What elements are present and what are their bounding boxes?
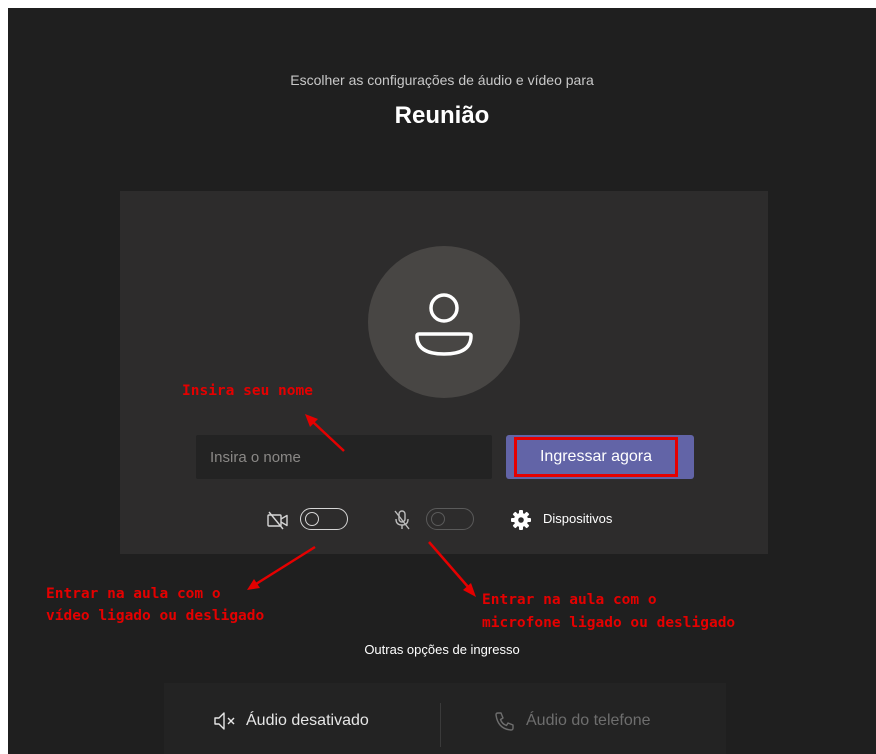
divider <box>440 703 441 747</box>
arrow-to-video <box>255 545 316 586</box>
phone-icon <box>495 712 514 731</box>
arrow-to-video-head <box>247 579 260 590</box>
speaker-mute-icon <box>214 712 235 730</box>
other-join-options: Áudio desativado Áudio do telefone <box>164 683 726 754</box>
arrow-to-name <box>312 421 345 452</box>
audio-off-label: Áudio desativado <box>246 712 369 729</box>
other-options-title: Outras opções de ingresso <box>364 642 520 657</box>
audio-off-option[interactable]: Áudio desativado <box>212 709 369 733</box>
app-window: Escolher as configurações de áudio e víd… <box>8 8 876 754</box>
phone-audio-option[interactable]: Áudio do telefone <box>492 709 651 733</box>
phone-audio-label: Áudio do telefone <box>526 712 651 729</box>
arrow-to-mic <box>428 541 470 589</box>
